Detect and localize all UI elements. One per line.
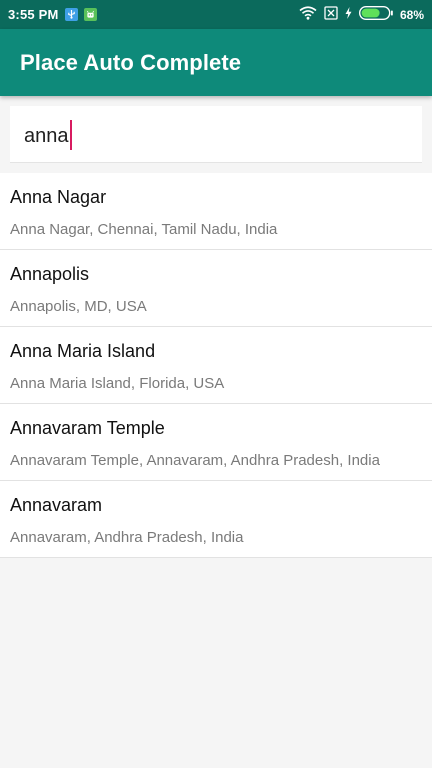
result-subtitle: Anna Maria Island, Florida, USA [10,375,225,392]
result-title: Anna Maria Island [10,341,156,361]
usb-notification-icon [64,8,78,21]
list-item[interactable]: Annavaram Temple Annavaram Temple, Annava… [0,404,432,481]
list-item[interactable]: Annavaram Annavaram, Andhra Pradesh, Indi… [0,481,432,558]
status-bar: 3:55 PM 68% [0,0,432,29]
status-right: 68% [299,5,424,23]
result-subtitle: Anna Nagar, Chennai, Tamil Nadu, India [10,221,278,238]
result-title: Annavaram Temple [10,418,165,438]
result-title: Annavaram [10,495,103,515]
list-item[interactable]: Anna Maria Island Anna Maria Island, Flor… [0,327,432,404]
app-title: Place Auto Complete [20,49,242,75]
no-sim-icon [324,6,338,23]
wifi-icon [299,6,317,23]
search-input[interactable] [10,106,422,162]
search-card: anna [10,106,422,163]
charging-bolt-icon [345,7,352,22]
result-subtitle: Annapolis, MD, USA [10,298,147,315]
result-title: Anna Nagar [10,187,107,207]
app-bar: Place Auto Complete [0,29,432,96]
battery-icon [358,5,393,23]
result-subtitle: Annavaram Temple, Annavaram, Andhra Prad… [10,452,380,469]
result-subtitle: Annavaram, Andhra Pradesh, India [10,529,244,546]
status-time: 3:55 PM [8,7,59,22]
list-item[interactable]: Annapolis Annapolis, MD, USA [0,250,432,327]
android-notification-icon [83,8,97,21]
status-left: 3:55 PM [8,7,97,22]
result-title: Annapolis [10,264,90,284]
results-list: Anna Nagar Anna Nagar, Chennai, Tamil Nad… [0,173,432,558]
battery-percent: 68% [399,7,424,22]
list-item[interactable]: Anna Nagar Anna Nagar, Chennai, Tamil Nad… [0,173,432,250]
